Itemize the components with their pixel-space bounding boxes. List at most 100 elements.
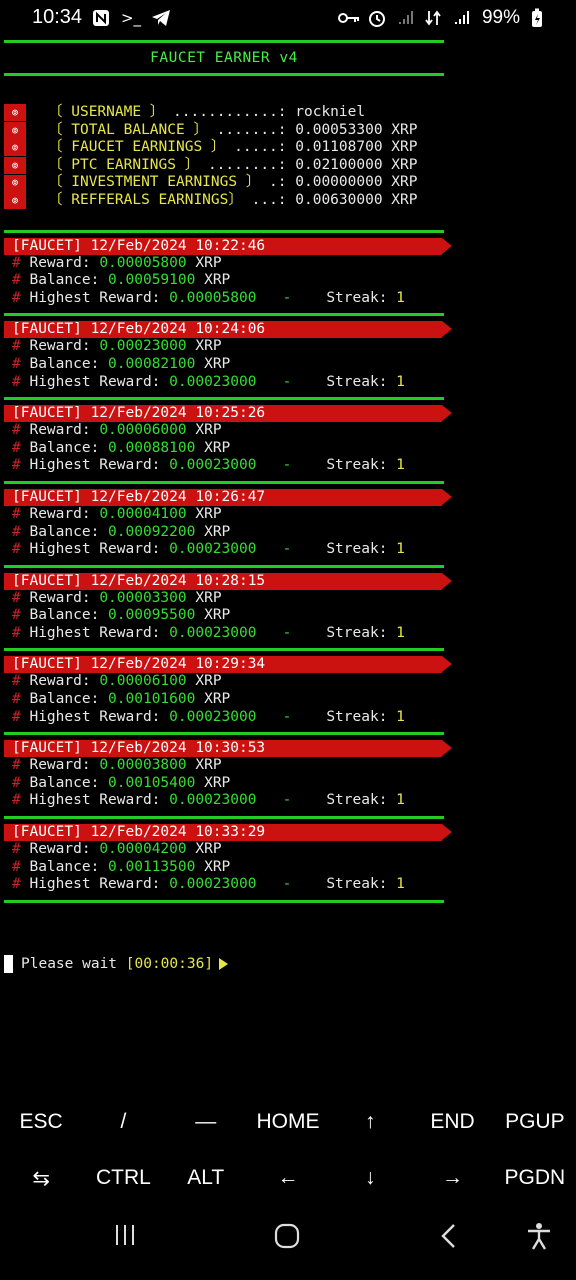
balance-label: Balance: (29, 523, 109, 540)
reward-label: Reward: (29, 757, 100, 774)
highest-value: 0.00023000 (169, 708, 257, 725)
key-1-3[interactable]: HOME (247, 1110, 329, 1134)
reward-value: 0.00006100 (99, 673, 187, 690)
streak-value: 1 (396, 373, 405, 390)
divider-line (4, 313, 444, 317)
system-icons: 99% (337, 7, 548, 29)
streak-label: Streak: (326, 457, 397, 474)
hash-mark: # (12, 422, 21, 439)
balance-label: Balance: (29, 272, 109, 289)
bullet-icon: ⊚ (4, 192, 26, 210)
highest-value: 0.00023000 (169, 624, 257, 641)
key-2-5[interactable]: → (411, 1166, 493, 1190)
hash-mark: # (12, 792, 21, 809)
hash-mark: # (12, 523, 21, 540)
key-2-3[interactable]: ← (247, 1166, 329, 1190)
app-title: FAUCET EARNER v4 (150, 50, 298, 66)
key-1-5[interactable]: END (411, 1110, 493, 1134)
hash-mark: # (12, 589, 21, 606)
divider-line (4, 732, 444, 736)
highest-row: # Highest Reward: 0.00023000 - Streak: 1 (4, 625, 444, 643)
wait-timer: [00:00:36] (125, 956, 214, 972)
reward-unit: XRP (186, 673, 222, 690)
streak-value: 1 (396, 624, 405, 641)
reward-unit: XRP (186, 422, 222, 439)
streak-value: 1 (396, 876, 405, 893)
key-2-0[interactable]: ⇆ (0, 1166, 82, 1191)
balance-row: # Balance: 0.00095500 XRP (4, 607, 444, 625)
balance-unit: XRP (195, 607, 231, 624)
signal-icon-2 (450, 7, 472, 29)
highest-row: # Highest Reward: 0.00023000 - Streak: 1 (4, 541, 444, 559)
dash-separator: - (256, 876, 327, 893)
wait-text: Please wait (21, 956, 126, 972)
hash-mark: # (12, 457, 21, 474)
back-icon[interactable] (438, 1222, 460, 1257)
entry-header: [FAUCET] 12/Feb/2024 10:22:46 (4, 237, 452, 255)
highest-label: Highest Reward: (29, 289, 170, 306)
info-row: ⊚ 〔 INVESTMENT EARNINGS 〕 .: 0.00000000 X… (4, 174, 444, 192)
dash-separator: - (256, 792, 327, 809)
hash-mark: # (12, 254, 21, 271)
info-dots: ...: (242, 191, 296, 208)
key-2-1[interactable]: CTRL (82, 1166, 164, 1190)
key-1-6[interactable]: PGUP (494, 1110, 576, 1134)
key-2-2[interactable]: ALT (165, 1166, 247, 1190)
bullet-icon: ⊚ (4, 174, 26, 192)
divider-line (4, 564, 444, 568)
highest-row: # Highest Reward: 0.00023000 - Streak: 1 (4, 374, 444, 392)
hash-mark: # (12, 691, 21, 708)
reward-label: Reward: (29, 422, 100, 439)
hash-mark: # (12, 338, 21, 355)
info-label: 〔 FAUCET EARNINGS 〕 (48, 139, 226, 156)
faucet-log: [FAUCET] 12/Feb/2024 10:22:46 # Reward: 0… (4, 237, 452, 903)
highest-label: Highest Reward: (29, 373, 170, 390)
battery-percent: 99% (481, 7, 520, 28)
info-dots: .....: (225, 139, 296, 156)
dash-separator: - (256, 541, 327, 558)
info-label: 〔 INVESTMENT EARNINGS 〕 (48, 174, 261, 191)
hash-mark: # (12, 289, 21, 306)
terminal-cursor (4, 955, 13, 973)
home-icon[interactable] (273, 1222, 301, 1257)
n-app-icon (90, 7, 112, 29)
navigation-bar (0, 1210, 576, 1280)
info-value: 0.00630000 XRP (295, 191, 418, 208)
reward-label: Reward: (29, 254, 100, 271)
accessibility-icon[interactable] (526, 1222, 552, 1257)
dash-separator: - (256, 624, 327, 641)
info-row: ⊚ 〔 FAUCET EARNINGS 〕 .....: 0.01108700 X… (4, 139, 444, 157)
key-1-0[interactable]: ESC (0, 1110, 82, 1134)
divider-line (4, 73, 444, 76)
balance-label: Balance: (29, 355, 109, 372)
info-label: 〔 REFFERALS EARNINGS〕 (48, 191, 243, 208)
key-1-1[interactable]: / (82, 1110, 164, 1134)
highest-label: Highest Reward: (29, 792, 170, 809)
key-2-4[interactable]: ↓ (329, 1166, 411, 1190)
highest-value: 0.00005800 (169, 289, 257, 306)
highest-label: Highest Reward: (29, 457, 170, 474)
streak-value: 1 (396, 289, 405, 306)
highest-label: Highest Reward: (29, 708, 170, 725)
key-1-4[interactable]: ↑ (329, 1110, 411, 1134)
entry-header: [FAUCET] 12/Feb/2024 10:33:29 (4, 824, 452, 842)
play-arrow-icon (219, 958, 229, 970)
balance-row: # Balance: 0.00092200 XRP (4, 524, 444, 542)
reward-unit: XRP (186, 589, 222, 606)
balance-value: 0.00101600 (108, 691, 196, 708)
extra-keys-row-2: ⇆ CTRL ALT ← ↓ → PGDN (0, 1150, 576, 1206)
highest-row: # Highest Reward: 0.00005800 - Streak: 1 (4, 290, 444, 308)
key-2-6[interactable]: PGDN (494, 1166, 576, 1190)
reward-row: # Reward: 0.00004100 XRP (4, 506, 444, 524)
highest-value: 0.00023000 (169, 373, 257, 390)
entry-header: [FAUCET] 12/Feb/2024 10:24:06 (4, 321, 452, 339)
highest-row: # Highest Reward: 0.00023000 - Streak: 1 (4, 709, 444, 727)
info-dots: ........: (199, 156, 296, 173)
extra-keys: ESC / — HOME ↑ END PGUP ⇆ CTRL ALT ← ↓ → PGDN (0, 1094, 576, 1206)
balance-row: # Balance: 0.00105400 XRP (4, 775, 444, 793)
info-row: ⊚ 〔 USERNAME 〕 ............: rockniel (4, 104, 444, 122)
reward-label: Reward: (29, 338, 100, 355)
key-1-2[interactable]: — (165, 1110, 247, 1134)
recent-apps-icon[interactable] (112, 1222, 138, 1255)
reward-unit: XRP (186, 254, 222, 271)
